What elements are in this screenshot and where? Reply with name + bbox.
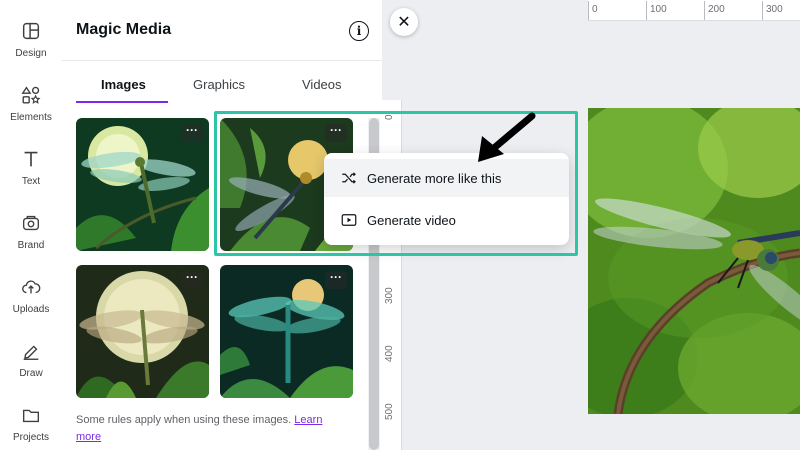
annotation-arrow-icon [478, 112, 536, 162]
video-icon [341, 214, 357, 226]
more-options-button[interactable]: ··· [181, 271, 203, 289]
ruler-label: 300 [384, 287, 395, 304]
ruler-tick [762, 1, 763, 20]
rail-item-label: Design [15, 48, 47, 59]
rail-item-text[interactable]: Text [0, 148, 62, 187]
panel-title: Magic Media [76, 21, 172, 38]
ruler-label: 100 [650, 4, 667, 15]
rules-text: Some rules apply when using these images… [76, 414, 292, 426]
tab-bar: Images Graphics Videos [62, 60, 382, 104]
text-icon [24, 151, 38, 167]
menu-item-label: Generate video [367, 212, 456, 228]
tab-videos[interactable]: Videos [302, 77, 342, 92]
canvas-dragonfly-image[interactable] [588, 108, 800, 414]
generate-video-menu-item[interactable]: Generate video [324, 201, 569, 239]
layout-icon [22, 22, 40, 40]
brand-icon [22, 215, 40, 231]
info-icon[interactable]: i [349, 21, 369, 41]
ruler-label: 500 [384, 403, 395, 420]
rail-item-label: Brand [17, 240, 45, 251]
generated-image-thumbnail[interactable]: ··· [76, 118, 209, 251]
generated-image-thumbnail[interactable]: ··· [220, 265, 353, 398]
ruler-label: 0 [592, 4, 598, 15]
usage-rules-text: Some rules apply when using these images… [76, 412, 346, 446]
ruler-label: 300 [766, 4, 783, 15]
rail-item-elements[interactable]: Elements [0, 84, 62, 123]
ruler-label: 200 [708, 4, 725, 15]
rail-item-label: Draw [19, 368, 43, 379]
rail-item-label: Text [21, 176, 41, 187]
rail-item-label: Elements [10, 112, 52, 123]
generated-image-thumbnail[interactable]: ··· [76, 265, 209, 398]
ruler-label: 0 [384, 114, 395, 120]
rail-item-uploads[interactable]: Uploads [0, 276, 62, 315]
tab-graphics[interactable]: Graphics [193, 77, 245, 92]
more-options-button[interactable]: ··· [181, 124, 203, 142]
active-tab-indicator [76, 101, 168, 103]
more-options-button[interactable]: ··· [325, 124, 347, 142]
tab-images[interactable]: Images [101, 77, 146, 92]
rail-item-label: Projects [12, 432, 50, 443]
shuffle-icon [342, 172, 356, 184]
pen-icon [23, 345, 39, 360]
ruler-tick [646, 1, 647, 20]
rail-item-draw[interactable]: Draw [0, 340, 62, 379]
shapes-icon [21, 86, 41, 104]
close-panel-button[interactable]: ✕ [390, 8, 418, 36]
rail-item-label: Uploads [12, 304, 50, 315]
ruler-tick [588, 1, 589, 20]
more-options-button[interactable]: ··· [325, 271, 347, 289]
dragonfly-photo [588, 108, 800, 414]
folder-icon [22, 409, 40, 423]
ruler-label: 400 [384, 345, 395, 362]
top-ruler: 0 100 200 300 [588, 0, 800, 21]
side-rail: Design Elements Text Brand Uploads Draw … [0, 0, 62, 450]
rail-item-projects[interactable]: Projects [0, 404, 62, 443]
rail-item-brand[interactable]: Brand [0, 212, 62, 251]
rail-item-design[interactable]: Design [0, 20, 62, 59]
menu-item-label: Generate more like this [367, 170, 502, 186]
ruler-tick [704, 1, 705, 20]
upload-cloud-icon [22, 280, 41, 294]
